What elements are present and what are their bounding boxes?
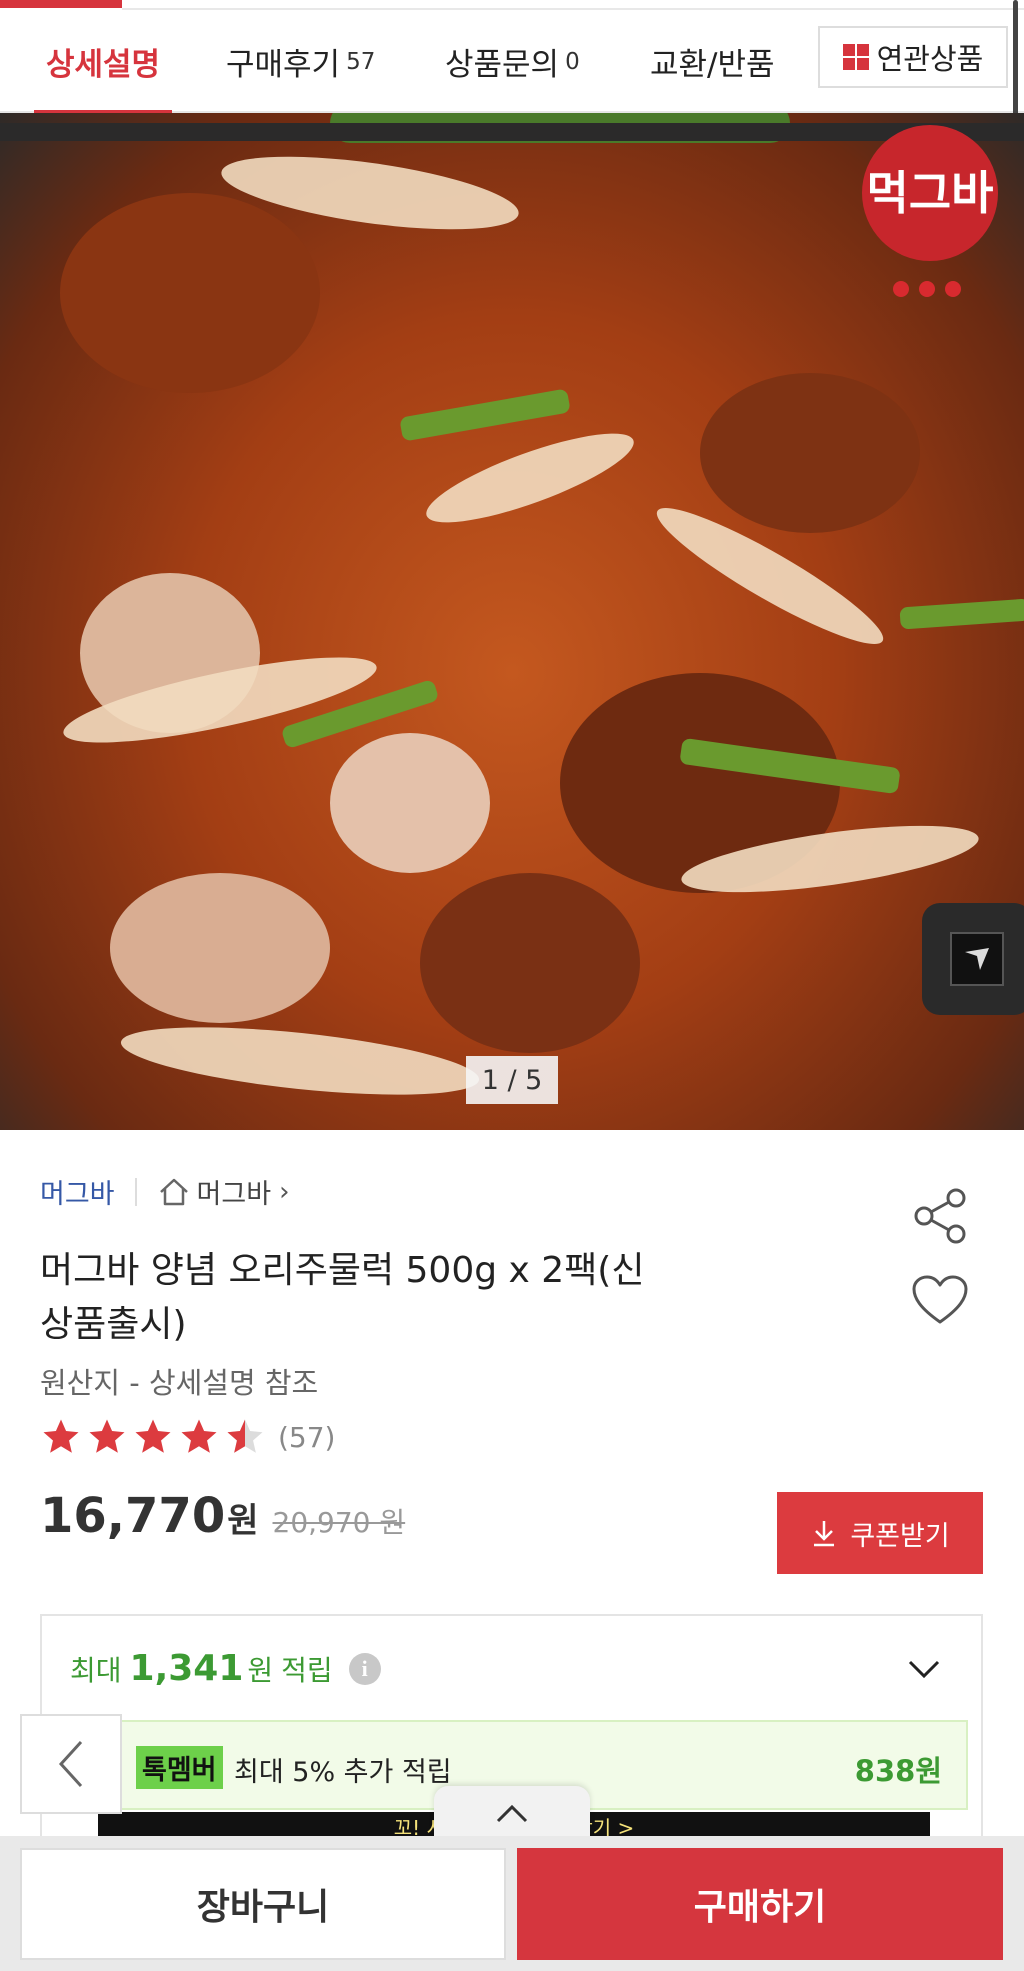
tab-reviews-label: 구매후기 bbox=[226, 47, 341, 83]
star-icon bbox=[43, 1419, 79, 1453]
share-icon[interactable] bbox=[912, 1186, 968, 1246]
related-products-button[interactable]: 연관상품 bbox=[818, 26, 1008, 88]
home-icon bbox=[159, 1178, 188, 1205]
star-rating bbox=[40, 1416, 266, 1458]
origin-text: 원산지 - 상세설명 참조 bbox=[40, 1366, 319, 1400]
floating-side-button[interactable] bbox=[922, 903, 1024, 1015]
brand-link[interactable]: 머그바 bbox=[40, 1172, 115, 1211]
original-price: 20,970 원 bbox=[272, 1506, 406, 1539]
product-title: 머그바 양념 오리주물럭 500g x 2팩(신상품출시) bbox=[40, 1250, 645, 1345]
floating-thumbnail-icon bbox=[950, 932, 1004, 986]
cart-button[interactable]: 장바구니 bbox=[20, 1848, 506, 1960]
rating-count: (57) bbox=[278, 1420, 336, 1454]
download-icon bbox=[814, 1521, 835, 1547]
tab-qna-label: 상품문의 bbox=[445, 47, 560, 83]
rating[interactable]: (57) bbox=[40, 1416, 335, 1458]
tab-exchange[interactable]: 교환/반품 bbox=[650, 10, 775, 113]
member-amount: 838원 bbox=[854, 1754, 942, 1788]
tab-qna-count: 0 bbox=[565, 48, 580, 75]
cart-label: 장바구니 bbox=[196, 1887, 330, 1928]
tab-exchange-label: 교환/반품 bbox=[650, 47, 775, 83]
store-name: 머그바 bbox=[196, 1179, 272, 1210]
store-link[interactable]: 머그바 › bbox=[157, 1172, 290, 1211]
logo-text: 먹그바 bbox=[866, 166, 994, 220]
tab-detail[interactable]: 상세설명 bbox=[33, 10, 173, 115]
scrollbar[interactable] bbox=[1013, 0, 1018, 130]
brand-row: 머그바 머그바 › bbox=[40, 1172, 289, 1211]
sale-price: 16,770 bbox=[40, 1488, 226, 1544]
back-button[interactable] bbox=[20, 1714, 122, 1814]
star-icon bbox=[135, 1419, 171, 1453]
tab-qna[interactable]: 상품문의 0 bbox=[445, 10, 580, 113]
chevron-up-icon bbox=[496, 1804, 528, 1823]
tab-reviews-count: 57 bbox=[346, 48, 376, 75]
chevron-right-icon: › bbox=[279, 1176, 290, 1207]
points-unit: 원 bbox=[247, 1653, 274, 1687]
chevron-down-icon[interactable] bbox=[904, 1654, 944, 1684]
tab-reviews[interactable]: 구매후기 57 bbox=[226, 10, 375, 113]
price-row: 16,770 원 20,970 원 bbox=[40, 1488, 405, 1544]
divider bbox=[134, 1177, 137, 1206]
tab-bar: 상세설명 구매후기 57 상품문의 0 교환/반품 연관상품 bbox=[0, 10, 1024, 115]
logo-dots bbox=[893, 281, 961, 297]
star-icon bbox=[181, 1419, 217, 1453]
chevron-left-icon bbox=[58, 1740, 83, 1788]
member-badge: 톡멤버 bbox=[136, 1746, 223, 1789]
buy-button[interactable]: 구매하기 bbox=[517, 1848, 1003, 1960]
top-progress-line bbox=[0, 0, 1024, 10]
tab-detail-label: 상세설명 bbox=[46, 47, 161, 83]
grid-icon bbox=[842, 44, 869, 70]
scroll-up-tab[interactable] bbox=[434, 1786, 590, 1842]
product-image[interactable]: 먹그바 1 / 5 bbox=[0, 113, 1024, 1130]
heart-icon[interactable] bbox=[910, 1274, 970, 1326]
related-products-label: 연관상품 bbox=[876, 42, 984, 76]
points-amount: 1,341 bbox=[129, 1648, 244, 1689]
half-star-icon bbox=[227, 1419, 263, 1453]
member-text: 최대 5% 추가 적립 bbox=[234, 1757, 452, 1788]
sale-price-unit: 원 bbox=[227, 1501, 259, 1541]
info-icon[interactable]: i bbox=[348, 1652, 381, 1685]
points-row: 최대 1,341 원 적립 i bbox=[70, 1648, 381, 1689]
bottom-action-bar: 장바구니 구매하기 bbox=[0, 1836, 1024, 1971]
points-prefix: 최대 bbox=[70, 1653, 122, 1687]
buy-label: 구매하기 bbox=[693, 1887, 827, 1928]
coupon-label: 쿠폰받기 bbox=[850, 1520, 950, 1552]
image-counter: 1 / 5 bbox=[466, 1056, 558, 1104]
star-icon bbox=[89, 1419, 125, 1453]
brand-logo: 먹그바 bbox=[862, 125, 998, 261]
points-suffix: 적립 bbox=[281, 1653, 333, 1687]
coupon-button[interactable]: 쿠폰받기 bbox=[777, 1492, 983, 1574]
